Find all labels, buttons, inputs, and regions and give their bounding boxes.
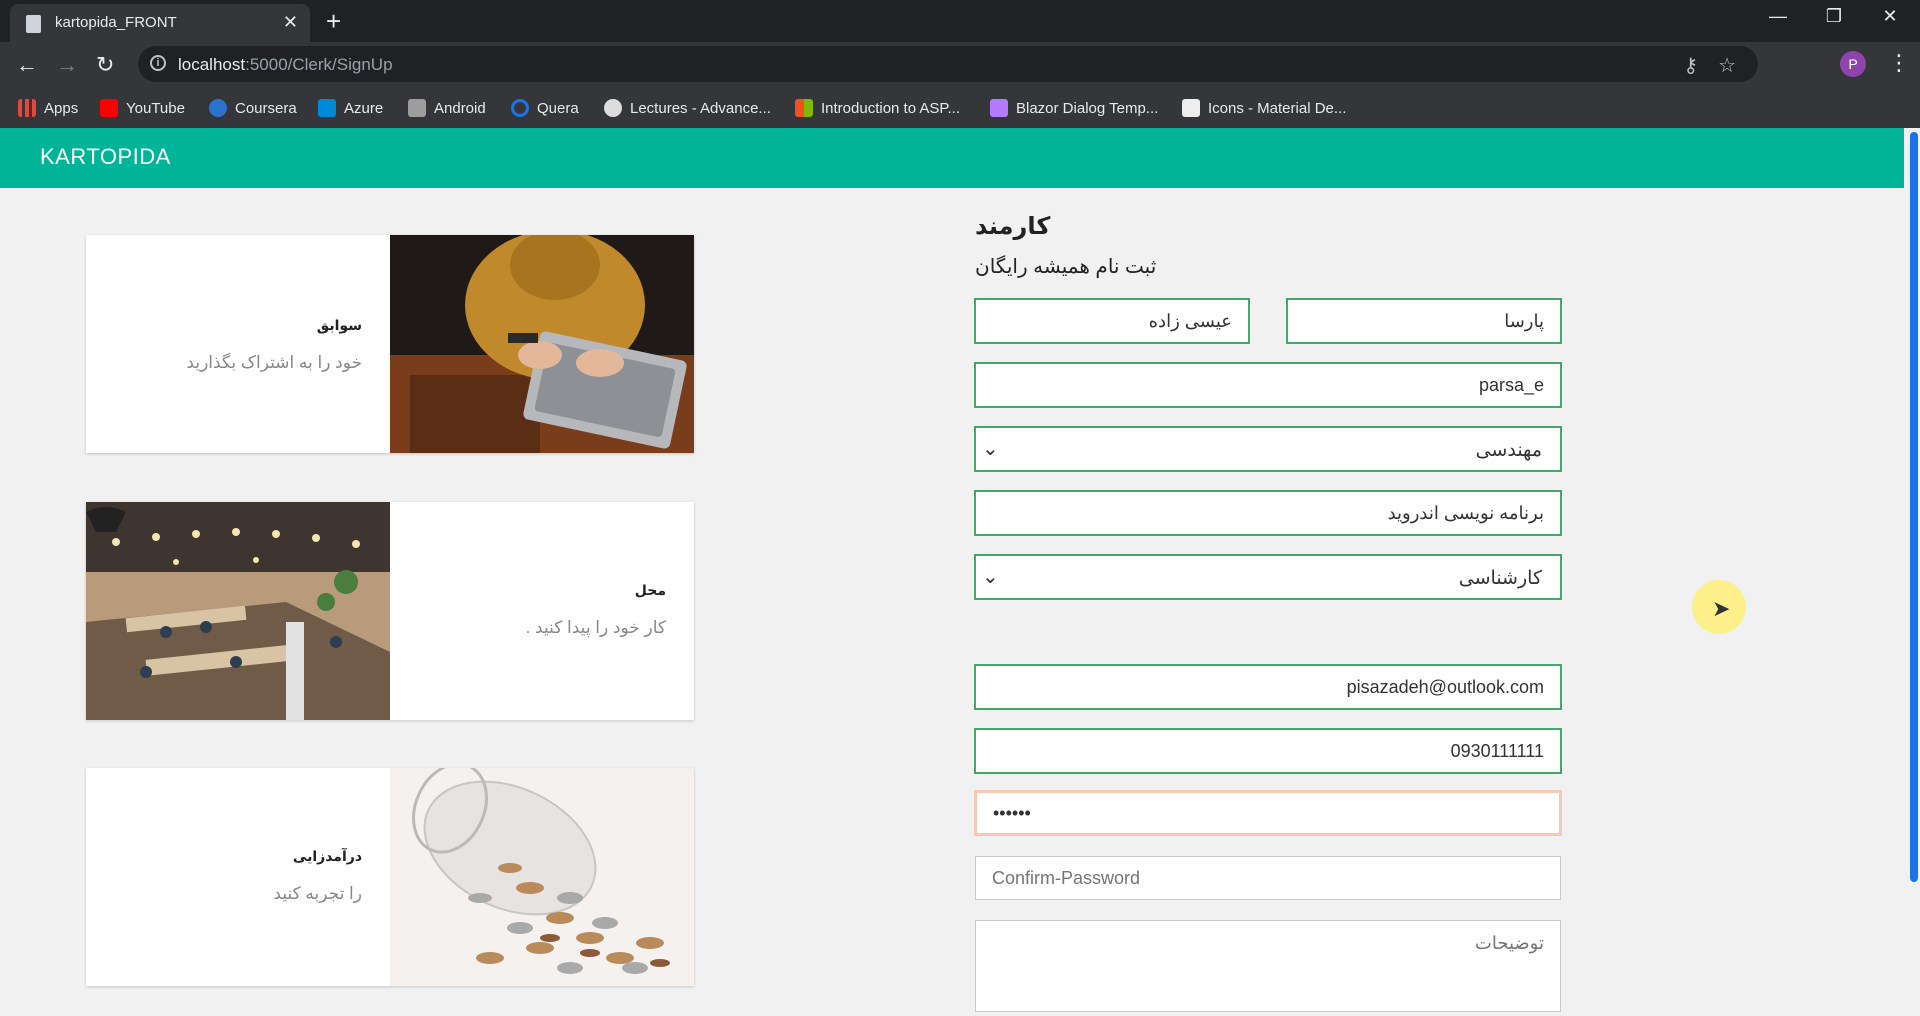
bookmark-lectures[interactable]: Lectures - Advance... — [604, 96, 771, 120]
form-subtitle: ثبت نام همیشه رایگان — [975, 256, 1157, 278]
card-subtitle: خود را به اشتراک بگذارید — [186, 353, 362, 372]
material-icon — [1182, 99, 1200, 117]
card-title: سوابق — [316, 317, 362, 333]
password-field[interactable] — [974, 790, 1562, 836]
new-tab-button[interactable]: + — [326, 6, 341, 37]
card-text: سوابق خود را به اشتراک بگذارید — [86, 235, 390, 453]
card-subtitle: کار خود را پیدا کنید . — [525, 618, 666, 637]
degree-select-value: کارشناسی — [1458, 568, 1542, 589]
office-photo — [86, 502, 390, 720]
bookmark-asp[interactable]: Introduction to ASP... — [795, 96, 960, 120]
bookmark-material-icons[interactable]: Icons - Material De... — [1182, 96, 1346, 120]
back-icon[interactable]: ← — [16, 52, 38, 78]
username-field[interactable] — [974, 362, 1562, 408]
coins-jar-photo — [390, 762, 694, 986]
coursera-icon — [209, 99, 227, 117]
form-title: کارمند — [975, 213, 1051, 240]
quera-icon — [511, 99, 529, 117]
url-text[interactable]: localhost:5000/Clerk/SignUp — [178, 55, 393, 75]
browser-tab-bar: kartopida_FRONT ✕ + — ❐ ✕ — [0, 0, 1920, 42]
card-title: محل — [634, 582, 666, 598]
bookmark-coursera[interactable]: Coursera — [209, 96, 297, 120]
field-select-value: مهندسی — [1475, 440, 1542, 461]
close-window-button[interactable]: ✕ — [1870, 6, 1910, 27]
youtube-icon — [100, 99, 118, 117]
field-select[interactable]: مهندسی ⌄ — [974, 426, 1562, 472]
email-field[interactable] — [974, 664, 1562, 710]
description-field[interactable] — [975, 920, 1561, 1012]
phone-input[interactable] — [976, 730, 1560, 772]
forward-icon[interactable]: → — [56, 52, 78, 78]
bookmark-azure[interactable]: Azure — [318, 96, 383, 120]
phone-field[interactable] — [974, 728, 1562, 774]
email-input[interactable] — [976, 666, 1560, 708]
profile-avatar[interactable]: P — [1840, 51, 1866, 77]
app-header: KARTOPIDA — [0, 128, 1904, 188]
microsoft-icon — [795, 99, 813, 117]
card-title: درآمدزایی — [292, 848, 362, 864]
apps-grid-icon — [18, 99, 36, 117]
description-textarea[interactable] — [976, 921, 1560, 1011]
username-input[interactable] — [976, 364, 1560, 406]
scrollbar-thumb[interactable] — [1910, 132, 1918, 882]
bookmark-quera[interactable]: Quera — [511, 96, 579, 120]
android-icon — [408, 99, 426, 117]
first-name-field[interactable] — [1286, 298, 1562, 344]
bookmark-youtube[interactable]: YouTube — [100, 96, 185, 120]
tab-title: kartopida_FRONT — [55, 14, 177, 31]
card-subtitle: را تجربه کنید — [273, 884, 362, 903]
bookmark-apps[interactable]: Apps — [18, 96, 78, 120]
password-input[interactable] — [977, 793, 1559, 833]
card-text: محل کار خود را پیدا کنید . — [390, 502, 694, 720]
bookmark-android[interactable]: Android — [408, 96, 486, 120]
blazor-icon — [990, 99, 1008, 117]
info-icon[interactable]: i — [150, 55, 166, 71]
mouse-pointer-icon: ➤ — [1712, 596, 1731, 621]
specialty-field[interactable] — [974, 490, 1562, 536]
bookmarks-bar: Apps YouTube Coursera Azure Android Quer… — [0, 88, 1920, 128]
restore-button[interactable]: ❐ — [1814, 6, 1854, 27]
confirm-password-field[interactable] — [975, 856, 1561, 900]
card-experience: سوابق خود را به اشتراک بگذارید — [86, 230, 694, 453]
card-location: محل کار خود را پیدا کنید . — [86, 502, 694, 720]
key-icon[interactable]: ⚷ — [1683, 53, 1698, 78]
bookmark-blazor[interactable]: Blazor Dialog Temp... — [990, 96, 1158, 120]
last-name-field[interactable] — [974, 298, 1250, 344]
azure-icon — [318, 99, 336, 117]
last-name-input[interactable] — [976, 300, 1248, 342]
card-text: درآمدزایی را تجربه کنید — [86, 768, 390, 986]
globe-icon — [604, 99, 622, 117]
card-earning: درآمدزایی را تجربه کنید — [86, 762, 694, 986]
reload-icon[interactable]: ↻ — [96, 52, 114, 78]
close-tab-icon[interactable]: ✕ — [283, 12, 298, 33]
minimize-button[interactable]: — — [1758, 6, 1798, 27]
address-bar[interactable]: i localhost:5000/Clerk/SignUp ⚷ ☆ — [138, 46, 1758, 82]
browser-toolbar: ← → ↻ i localhost:5000/Clerk/SignUp ⚷ ☆ — [0, 42, 1920, 88]
laptop-photo — [390, 230, 694, 453]
page-icon — [26, 15, 41, 33]
star-icon[interactable]: ☆ — [1718, 53, 1736, 78]
chevron-down-icon: ⌄ — [982, 438, 999, 460]
specialty-input[interactable] — [976, 492, 1560, 534]
chevron-down-icon: ⌄ — [982, 566, 999, 588]
browser-menu-icon[interactable]: ⋮ — [1888, 50, 1910, 76]
confirm-password-input[interactable] — [976, 857, 1560, 899]
browser-tab[interactable]: kartopida_FRONT ✕ — [10, 4, 310, 42]
degree-select[interactable]: کارشناسی ⌄ — [974, 554, 1562, 600]
first-name-input[interactable] — [1288, 300, 1560, 342]
brand-logo[interactable]: KARTOPIDA — [40, 144, 171, 170]
page-scrollbar[interactable] — [1904, 128, 1920, 1012]
